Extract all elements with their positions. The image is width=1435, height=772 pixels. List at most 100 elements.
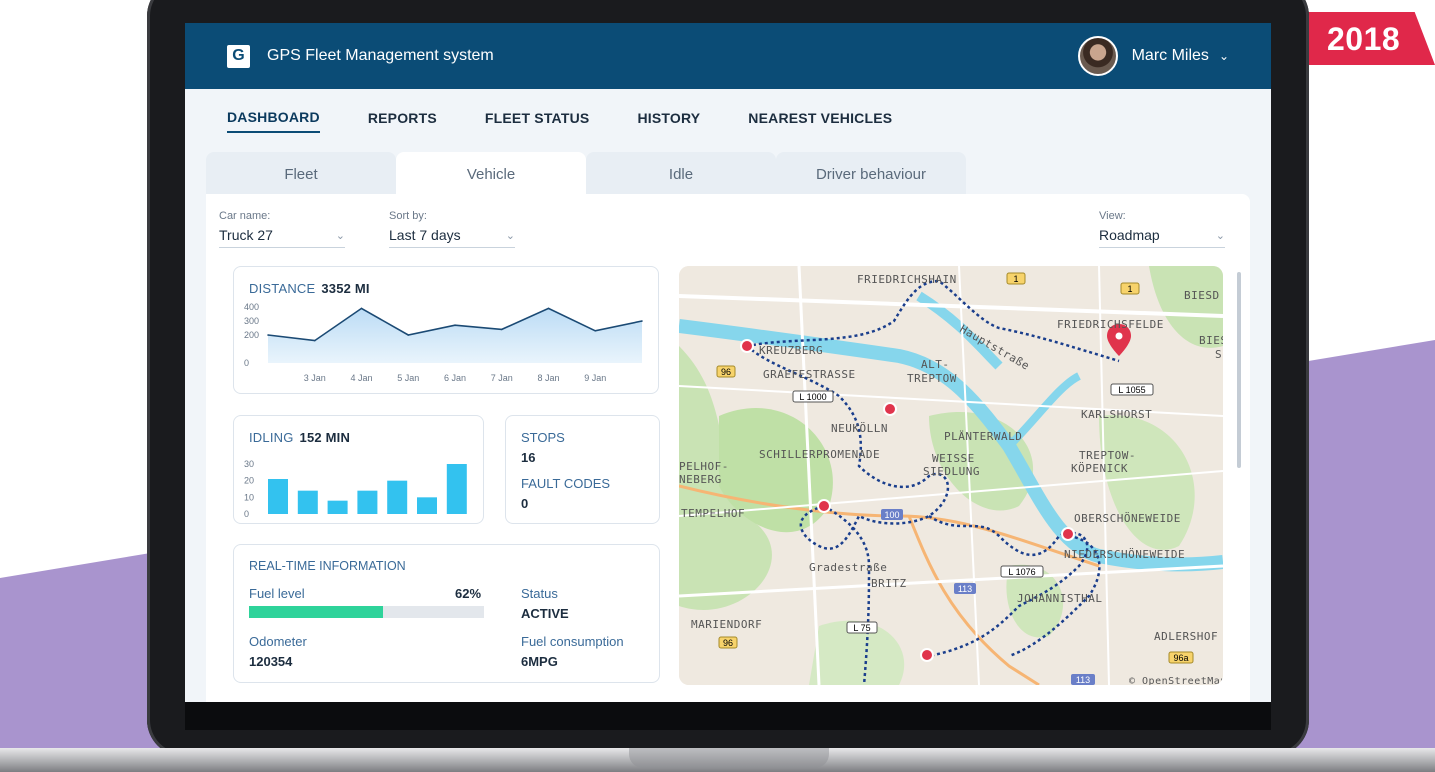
svg-text:JOHANNISTHAL: JOHANNISTHAL: [1017, 592, 1102, 605]
view-filter[interactable]: View: Roadmap ⌄: [1099, 210, 1225, 248]
idling-value: 152 MIN: [299, 430, 351, 445]
chevron-down-icon: ⌄: [1215, 229, 1225, 242]
fuel-consumption-label: Fuel consumption: [521, 634, 624, 649]
fuel-level-fill: [249, 606, 383, 618]
nav-reports[interactable]: REPORTS: [368, 110, 437, 132]
x-tick-label: 4 Jan: [350, 373, 372, 383]
x-tick-label: 9 Jan: [584, 373, 606, 383]
svg-text:TREPTOW: TREPTOW: [907, 372, 957, 385]
data-point: [360, 307, 363, 310]
year-badge: 2018: [1308, 12, 1435, 65]
idling-card: IDLING 152 MIN 0 10 20 30: [233, 415, 484, 524]
svg-text:113: 113: [1076, 675, 1090, 685]
svg-text:PELHOF-: PELHOF-: [679, 460, 729, 473]
svg-text:ADLERSHOF: ADLERSHOF: [1154, 630, 1218, 643]
data-point: [313, 339, 316, 342]
data-point: [641, 320, 643, 322]
fuel-level-label: Fuel level: [249, 586, 305, 601]
y-tick-label: 10: [244, 492, 254, 502]
user-name[interactable]: Marc Miles: [1132, 47, 1209, 65]
x-tick-label: 8 Jan: [537, 373, 559, 383]
svg-text:WEISSE: WEISSE: [932, 452, 975, 465]
svg-text:TREPTOW-: TREPTOW-: [1079, 449, 1136, 462]
car-name-value: Truck 27: [219, 227, 273, 243]
idling-label: IDLING: [249, 430, 294, 445]
main-nav: DASHBOARD REPORTS FLEET STATUS HISTORY N…: [185, 89, 1271, 152]
svg-text:L 1000: L 1000: [799, 392, 826, 402]
status-label: Status: [521, 586, 558, 601]
svg-text:ALT-: ALT-: [921, 358, 950, 371]
chevron-down-icon: ⌄: [335, 229, 345, 242]
data-point: [547, 307, 550, 310]
svg-text:BRITZ: BRITZ: [871, 577, 907, 590]
svg-text:BIES: BIES: [1199, 334, 1223, 347]
svg-text:KARLSHORST: KARLSHORST: [1081, 408, 1152, 421]
x-tick-label: 5 Jan: [397, 373, 419, 383]
svg-text:1: 1: [1127, 284, 1132, 294]
panel-scrollbar[interactable]: [1237, 272, 1241, 468]
svg-text:L 1076: L 1076: [1008, 567, 1035, 577]
idling-chart: 0 10 20 30: [244, 459, 467, 519]
distance-label: DISTANCE: [249, 281, 316, 296]
chevron-down-icon: ⌄: [505, 229, 515, 242]
svg-text:L 1055: L 1055: [1118, 385, 1145, 395]
user-menu[interactable]: Marc Miles ⌄: [1077, 36, 1229, 76]
map-canvas[interactable]: FRIEDRICHSHAIN BIESD FRIEDRICHSFELDE BIE…: [679, 266, 1223, 685]
y-tick-label: 300: [244, 316, 259, 326]
svg-text:KREUZBERG: KREUZBERG: [759, 344, 823, 357]
data-point: [267, 334, 269, 336]
svg-text:NIEDERSCHÖNEWEIDE: NIEDERSCHÖNEWEIDE: [1064, 548, 1185, 561]
data-point: [454, 324, 456, 326]
svg-text:PLÄNTERWALD: PLÄNTERWALD: [944, 430, 1022, 443]
avatar[interactable]: [1077, 36, 1118, 76]
svg-text:NEBERG: NEBERG: [679, 473, 722, 486]
sort-by-filter[interactable]: Sort by: Last 7 days ⌄: [389, 210, 515, 248]
app-title: GPS Fleet Management system: [267, 47, 494, 64]
svg-text:MARIENDORF: MARIENDORF: [691, 618, 762, 631]
svg-text:96: 96: [721, 367, 731, 377]
svg-text:SCHILLERPROMENADE: SCHILLERPROMENADE: [759, 448, 880, 461]
distance-chart: 0 200 300 400 3 Jan 4 Jan 5 Jan 6 Jan 7 Jan 8 Jan…: [244, 303, 643, 383]
svg-text:NEUKÖLLN: NEUKÖLLN: [831, 422, 888, 435]
y-tick-label: 200: [244, 330, 259, 340]
tab-driver-behaviour[interactable]: Driver behaviour: [776, 152, 966, 196]
svg-text:KÖPENICK: KÖPENICK: [1071, 462, 1128, 475]
svg-text:96a: 96a: [1173, 653, 1188, 663]
x-tick-label: 7 Jan: [491, 373, 513, 383]
fuel-level-bar: [249, 606, 484, 618]
tab-fleet[interactable]: Fleet: [206, 152, 396, 196]
nav-nearest-vehicles[interactable]: NEAREST VEHICLES: [748, 110, 892, 132]
svg-text:© OpenStreetMap: © OpenStreetMap: [1129, 676, 1223, 685]
stops-label: STOPS: [521, 430, 565, 445]
svg-text:FRIEDRICHSHAIN: FRIEDRICHSHAIN: [857, 273, 957, 286]
nav-history[interactable]: HISTORY: [637, 110, 700, 132]
idle-bar: [297, 490, 318, 514]
status-value: ACTIVE: [521, 606, 569, 621]
idle-bar: [268, 479, 288, 514]
y-tick-label: 0: [244, 509, 249, 519]
stops-value: 16: [521, 450, 536, 465]
data-point: [594, 330, 597, 332]
tab-idle[interactable]: Idle: [586, 152, 776, 196]
svg-text:L 75: L 75: [853, 623, 870, 633]
nav-fleet-status[interactable]: FLEET STATUS: [485, 110, 590, 132]
idle-bar: [387, 480, 408, 514]
svg-text:1: 1: [1013, 274, 1018, 284]
svg-text:S: S: [1215, 348, 1222, 361]
realtime-card: REAL-TIME INFORMATION Fuel level 62% Sta…: [233, 544, 660, 683]
route-map[interactable]: FRIEDRICHSHAIN BIESD FRIEDRICHSFELDE BIE…: [679, 266, 1223, 685]
y-tick-label: 400: [244, 303, 259, 312]
area-fill: [268, 308, 642, 363]
car-name-filter[interactable]: Car name: Truck 27 ⌄: [219, 210, 345, 248]
idle-bar: [357, 490, 378, 514]
svg-text:OBERSCHÖNEWEIDE: OBERSCHÖNEWEIDE: [1074, 512, 1181, 525]
realtime-title: REAL-TIME INFORMATION: [249, 559, 406, 573]
chevron-down-icon[interactable]: ⌄: [1219, 49, 1229, 63]
app-logo-icon[interactable]: G: [227, 44, 250, 68]
idle-bar: [327, 500, 348, 514]
svg-text:FRIEDRICHSFELDE: FRIEDRICHSFELDE: [1057, 318, 1164, 331]
tab-vehicle[interactable]: Vehicle: [396, 152, 586, 196]
nav-dashboard[interactable]: DASHBOARD: [227, 109, 320, 133]
odometer-label: Odometer: [249, 634, 307, 649]
laptop-notch: [629, 748, 829, 768]
